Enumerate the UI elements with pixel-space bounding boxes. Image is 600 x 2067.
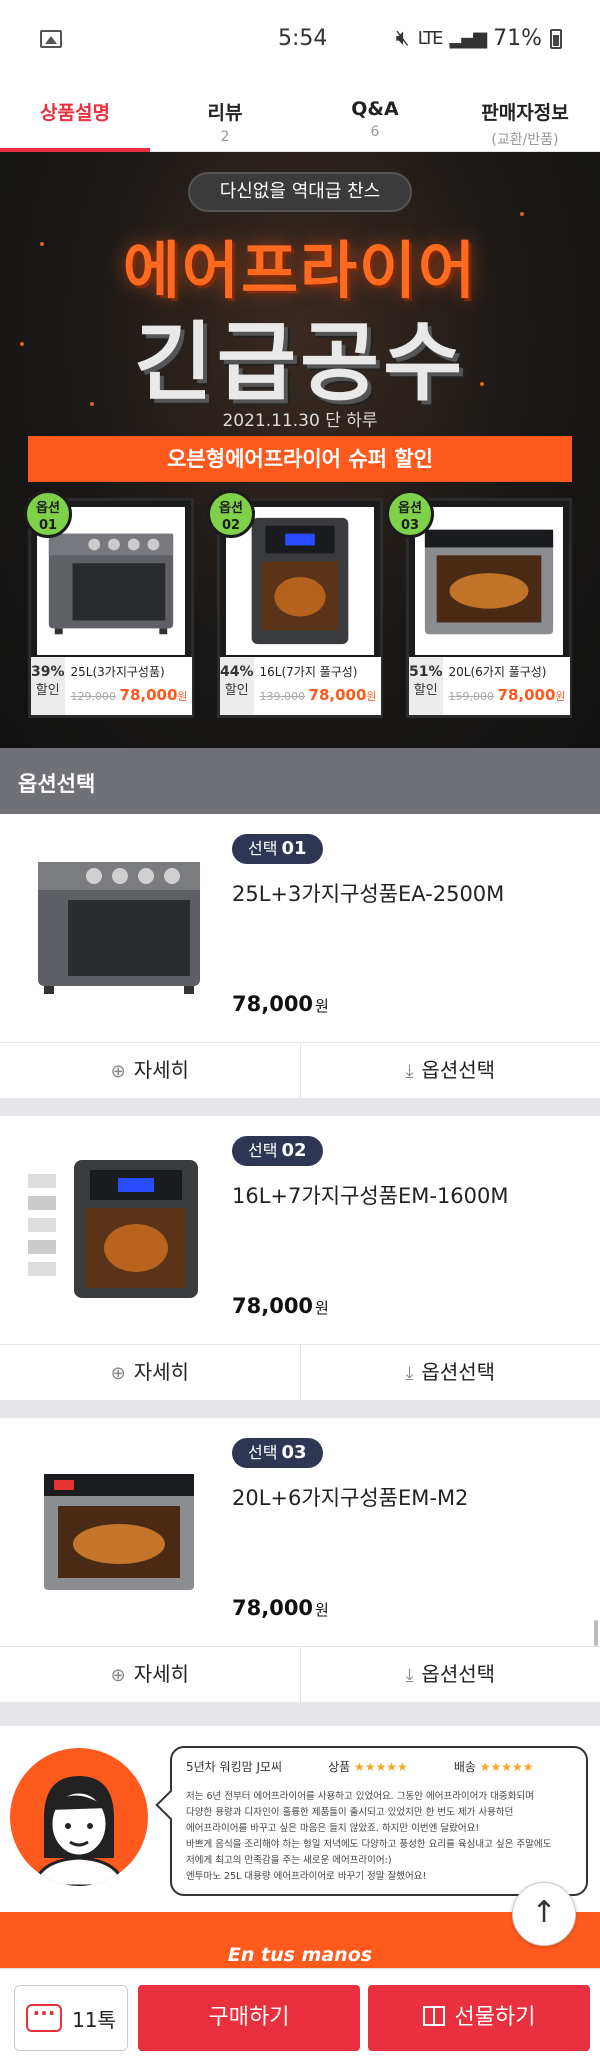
option-price: 78,000 원 [232, 1596, 329, 1620]
chat-count: 11톡 [72, 2007, 116, 2032]
detail-button[interactable]: ⊕ 자세히 [0, 1043, 301, 1098]
divider [0, 1702, 600, 1726]
zoom-in-icon: ⊕ [110, 1363, 126, 1384]
option-badge: 옵션 03 [386, 490, 434, 538]
zoom-in-icon: ⊕ [110, 1665, 126, 1686]
option-thumbnail [24, 1154, 214, 1304]
brand-strip: En tus manos [0, 1912, 600, 1968]
option-thumbnail [24, 1456, 214, 1606]
tab-label: Q&A [351, 98, 399, 120]
network-label: LTE [417, 28, 444, 49]
divider [0, 1098, 600, 1116]
gift-label: 선물하기 [454, 2005, 536, 2030]
old-price: 159,000 [448, 690, 495, 703]
product-name: 16L(7가지 풀구성) [259, 665, 358, 679]
delivery-rating: 배송 ★★★★★ [453, 1760, 534, 1774]
option-number-chip: 선택 03 [232, 1438, 323, 1468]
status-time: 5:54 [278, 26, 328, 51]
tab-label: 상품설명 [40, 102, 110, 124]
sale-price: 78,000 [119, 686, 178, 704]
banner-product-card[interactable]: 51% 할인 20L(6가지 풀구성) 159,000 78,000원 [406, 498, 572, 718]
status-right: 🔇︎ LTE ▂▄▆ 71% [396, 26, 562, 51]
review-text: 저는 6년 전부터 에어프라이어를 사용하고 있었어요. 그동안 에어프라이어가… [186, 1791, 552, 1882]
status-bar: 5:54 🔇︎ LTE ▂▄▆ 71% [0, 0, 600, 80]
product-tabs: 상품설명 리뷰 2 Q&A 6 판매자정보 (교환/반품) [0, 80, 600, 152]
old-price: 139,000 [259, 690, 306, 703]
old-price: 129,000 [70, 690, 117, 703]
mute-icon: 🔇︎ [395, 26, 410, 51]
option-item: 선택 02 16L+7가지구성품EM-1600M 78,000 원 ⊕ 자세히 ⤓ 옵션… [0, 1116, 600, 1400]
sale-price: 78,000 [497, 686, 556, 704]
option-badge: 옵션 02 [207, 490, 255, 538]
option-number-chip: 선택 01 [232, 834, 323, 864]
product-name: 25L(3가지구성품) [70, 665, 165, 679]
divider [0, 1400, 600, 1418]
avatar [10, 1748, 148, 1886]
sale-price: 78,000 [308, 686, 367, 704]
banner-headline: 긴급공수 [133, 313, 467, 413]
image-icon [40, 30, 62, 48]
discount-badge: 39% 할인 [31, 657, 65, 715]
tab-count: 2 [220, 129, 230, 145]
option-number-chip: 선택 02 [232, 1136, 323, 1166]
detail-button[interactable]: ⊕ 자세히 [0, 1647, 301, 1702]
gift-icon [422, 2006, 445, 2026]
product-image [415, 507, 563, 655]
battery-icon [550, 28, 562, 49]
banner-date: 2021.11.30 단 하루 [222, 411, 378, 431]
tab-reviews[interactable]: 리뷰 2 [150, 80, 300, 151]
option-badge: 옵션 01 [24, 490, 72, 538]
banner-subtitle: 오븐형에어프라이어 슈퍼 할인 [28, 436, 572, 482]
option-name: 20L+6가지구성품EM-M2 [232, 1486, 469, 1510]
option-item: 선택 01 25L+3가지구성품EA-2500M 78,000 원 ⊕ 자세히 ⤓ 옵션… [0, 814, 600, 1098]
gift-button[interactable]: 선물하기 [368, 1985, 590, 2051]
product-rating: 상품 ★★★★★ [328, 1760, 408, 1774]
review-bubble: 5년차 워킹맘 J모씨 상품 ★★★★★ 배송 ★★★★★ 저는 6년 전부터 … [170, 1746, 588, 1896]
arrow-up-icon: ↑ [531, 1895, 557, 1930]
option-price: 78,000 원 [232, 992, 329, 1016]
buy-button[interactable]: 구매하기 [138, 1985, 360, 2051]
scrollbar[interactable] [594, 1620, 598, 1646]
tab-count: 6 [370, 124, 380, 140]
zoom-in-icon: ⊕ [110, 1061, 126, 1082]
download-icon: ⤓ [405, 1665, 414, 1686]
battery-label: 71% [493, 26, 542, 51]
banner-pill: 다신없을 역대급 찬스 [188, 172, 412, 212]
review-section: 5년차 워킹맘 J모씨 상품 ★★★★★ 배송 ★★★★★ 저는 6년 전부터 … [0, 1726, 600, 1912]
scroll-to-top-button[interactable]: ↑ [512, 1882, 576, 1946]
option-name: 25L+3가지구성품EA-2500M [232, 882, 505, 906]
detail-button[interactable]: ⊕ 자세히 [0, 1345, 301, 1400]
bottom-action-bar: ··· 11톡 구매하기 선물하기 [0, 1968, 600, 2067]
signal-icon: ▂▄▆ [449, 28, 488, 49]
tab-qna[interactable]: Q&A 6 [300, 80, 450, 151]
select-option-button[interactable]: ⤓ 옵션선택 [301, 1647, 600, 1702]
discount-badge: 44% 할인 [220, 657, 254, 715]
option-item: 선택 03 20L+6가지구성품EM-M2 78,000 원 ⊕ 자세히 ⤓ 옵션선택 [0, 1418, 600, 1702]
tab-sub: (교환/반품) [491, 132, 559, 148]
option-thumbnail [24, 852, 214, 1002]
chat-icon: ··· [26, 2003, 63, 2032]
option-price: 78,000 원 [232, 1294, 329, 1318]
promo-banner: 다신없을 역대급 찬스 에어프라이어 긴급공수 2021.11.30 단 하루 … [0, 152, 600, 748]
currency: 원 [366, 690, 377, 703]
tab-seller-info[interactable]: 판매자정보 (교환/반품) [450, 80, 600, 151]
product-name: 20L(6가지 풀구성) [448, 665, 547, 679]
option-section-header: 옵션선택 [0, 748, 600, 814]
option-name: 16L+7가지구성품EM-1600M [232, 1184, 509, 1208]
select-option-button[interactable]: ⤓ 옵션선택 [301, 1043, 600, 1098]
download-icon: ⤓ [405, 1061, 414, 1082]
tab-label: 리뷰 [207, 102, 243, 124]
review-author: 5년차 워킹맘 J모씨 [186, 1760, 283, 1774]
chat-button[interactable]: ··· 11톡 [14, 1985, 128, 2051]
download-icon: ⤓ [405, 1363, 414, 1384]
currency: 원 [177, 690, 188, 703]
tab-description[interactable]: 상품설명 [0, 80, 150, 152]
select-option-button[interactable]: ⤓ 옵션선택 [301, 1345, 600, 1400]
discount-badge: 51% 할인 [409, 657, 443, 715]
tab-label: 판매자정보 [481, 102, 569, 124]
currency: 원 [555, 690, 566, 703]
brand-logo: En tus manos [227, 1944, 373, 1966]
